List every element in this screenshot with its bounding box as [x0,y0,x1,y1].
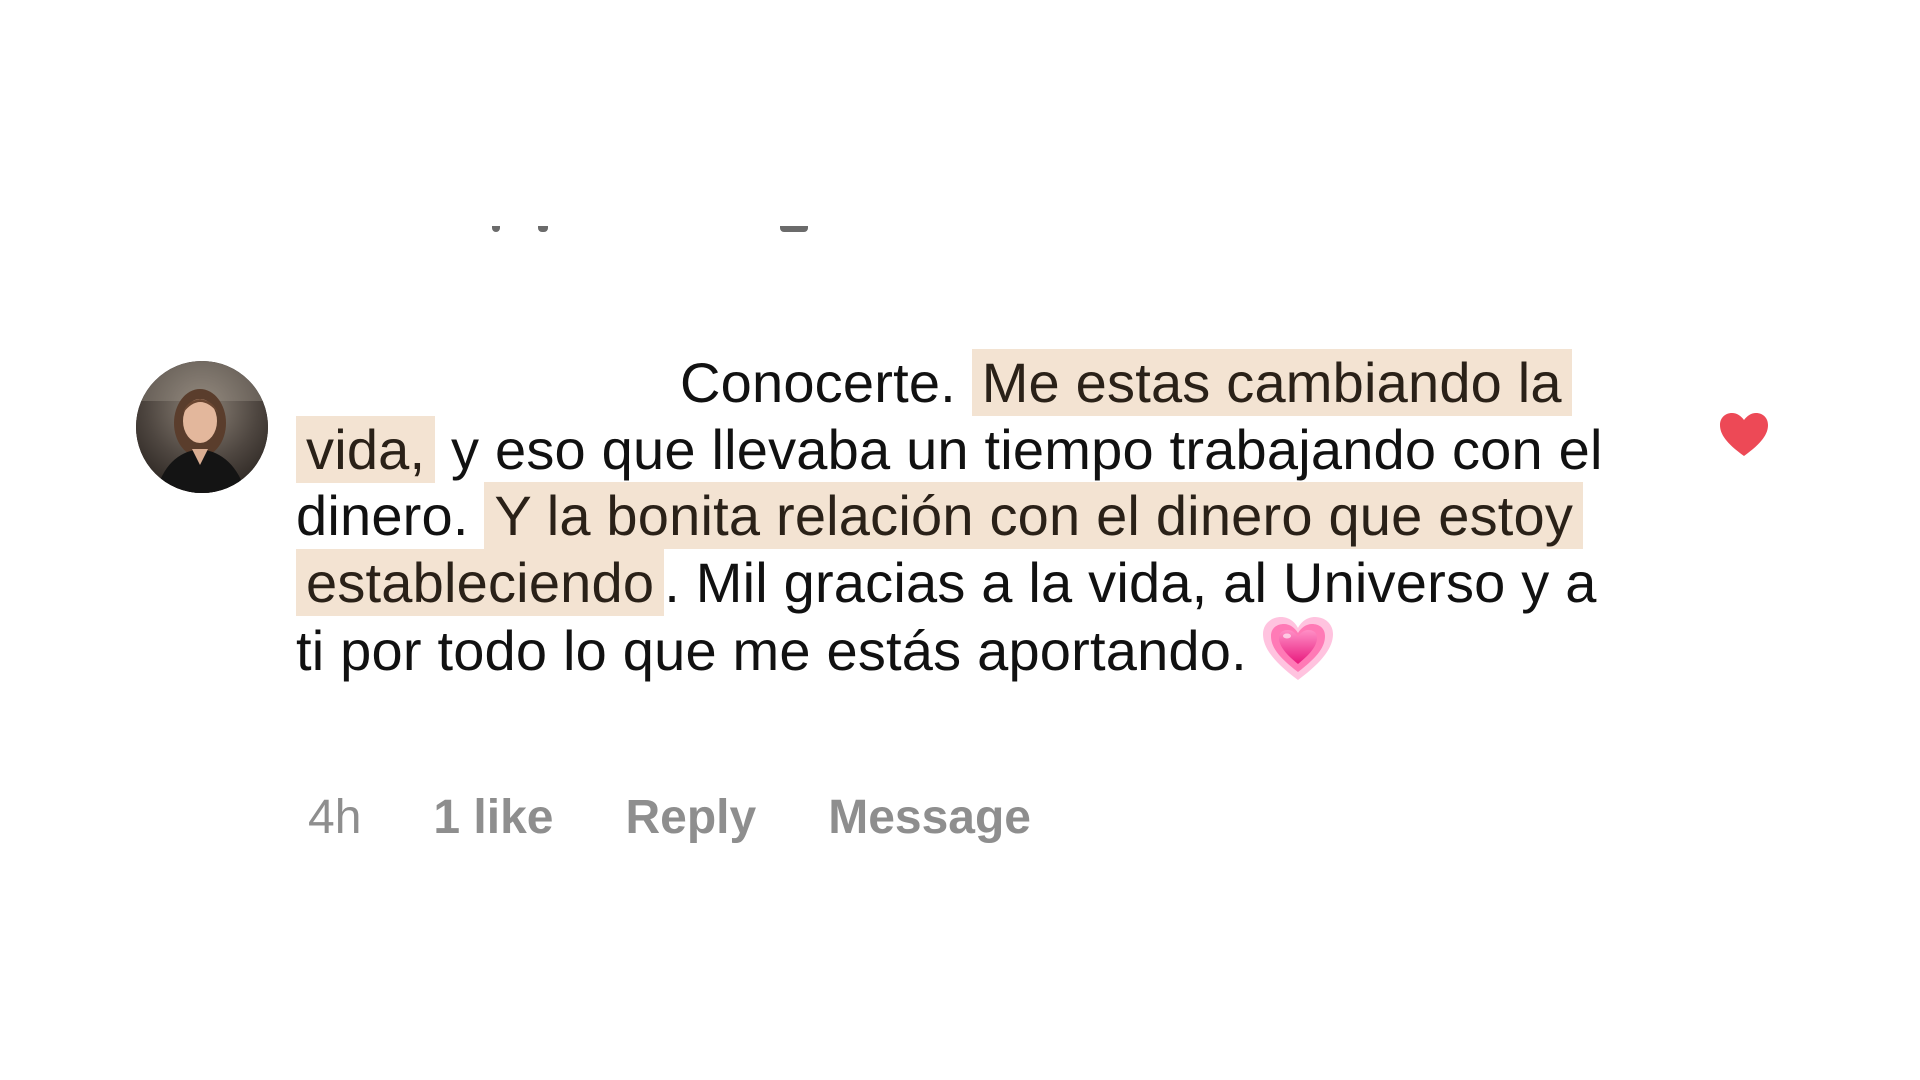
timestamp: 4h [308,791,362,844]
reply-button[interactable]: Reply [625,790,756,845]
comment-text: Conocerte. Me estas cambiando la vida, y… [296,349,1636,685]
comment: Conocerte. Me estas cambiando la vida, y… [296,349,1636,685]
profile-photo [136,361,268,493]
comment-segment: Conocerte. [680,351,972,414]
comment-actions: 4h 1 like Reply Message [308,790,1031,845]
message-button[interactable]: Message [828,790,1031,845]
avatar[interactable] [136,361,268,493]
like-heart-icon[interactable] [1718,412,1770,458]
clipped-previous-text [480,226,840,240]
growing-heart-emoji-icon [1261,616,1335,682]
likes-count-link[interactable]: 1 like [433,790,553,845]
